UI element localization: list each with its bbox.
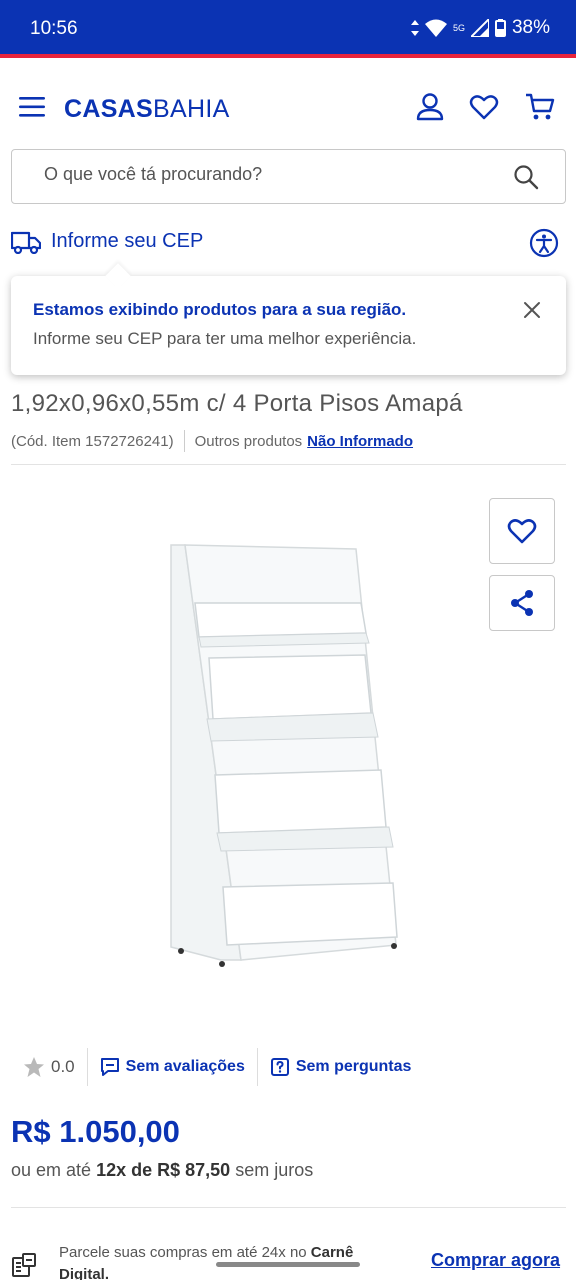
toast-message: Informe seu CEP para ter uma melhor expe… [33,329,417,348]
product-title: 1,92x0,96x0,55m c/ 4 Porta Pisos Amapá [11,390,463,417]
hamburger-menu-icon[interactable] [18,96,46,118]
rating-row: 0.0 Sem avaliações Sem perguntas [11,1048,423,1086]
search-input[interactable] [44,164,484,185]
installments-value: 12x de R$ 87,50 [96,1160,231,1180]
rating-score-cell: 0.0 [11,1048,87,1086]
share-icon [511,590,533,616]
product-image[interactable] [11,475,481,1035]
cep-row[interactable]: Informe seu CEP [0,220,576,266]
search-icon[interactable] [513,164,539,190]
cep-label[interactable]: Informe seu CEP [51,230,203,253]
question-icon [270,1058,289,1076]
reviews-link[interactable]: Sem avaliações [86,1048,257,1086]
reviews-label: Sem avaliações [125,1058,245,1075]
status-icons: 5G 38% [410,17,550,39]
region-toast: Estamos exibindo produtos para a sua reg… [11,276,566,375]
share-button[interactable] [489,575,555,631]
wifi-icon [424,19,447,37]
buy-now-link[interactable]: Comprar agora [431,1250,560,1271]
data-arrows-icon [410,20,419,36]
home-indicator[interactable] [216,1262,360,1267]
heart-icon[interactable] [469,92,499,122]
rating-score: 0.0 [51,1057,75,1076]
signal-icon [470,19,489,37]
questions-label: Sem perguntas [295,1058,412,1075]
carne-digital-icon [12,1253,36,1277]
carne-text-start: Parcele suas compras em até 24x no [59,1244,307,1261]
heart-icon [507,519,537,544]
toast-title: Estamos exibindo produtos para a sua reg… [33,300,407,319]
chat-icon [100,1058,119,1076]
truck-icon [11,231,41,254]
meta-divider [183,430,185,452]
installments-suffix: sem juros [235,1160,314,1180]
product-image-area [11,475,566,1035]
search-bar [11,149,566,204]
status-bar: 10:56 5G 38% [0,0,576,58]
product-code: (Cód. Item 1572726241) [11,432,174,450]
logo-bold: CASAS [64,95,154,123]
casas-bahia-logo[interactable]: CASASBAHIA [64,95,230,124]
app-header: CASASBAHIA [0,62,576,146]
questions-link[interactable]: Sem perguntas [256,1048,424,1086]
carne-digital-text: Parcele suas compras em até 24x no Carnê… [59,1242,399,1280]
logo-regular: BAHIA [153,95,230,123]
close-icon[interactable] [522,300,542,320]
star-icon [24,1057,44,1077]
others-label: Outros produtos [194,432,303,450]
network-type: 5G [452,23,465,33]
favorite-button[interactable] [489,498,555,564]
brand-link[interactable]: Não Informado [307,433,413,450]
accent-line [0,54,576,58]
product-meta: (Cód. Item 1572726241) Outros produtos N… [11,430,413,452]
accessibility-icon[interactable] [529,228,559,258]
cart-icon[interactable] [525,92,555,122]
status-time: 10:56 [30,18,78,39]
battery-icon [494,19,506,37]
user-icon[interactable] [415,92,445,122]
installments-info: ou em até 12x de R$ 87,50 sem juros [11,1160,313,1181]
installments-prefix: ou em até [11,1160,92,1180]
section-divider [11,464,566,465]
product-price: R$ 1.050,00 [11,1114,180,1149]
section-divider [11,1207,566,1208]
battery-level: 38% [511,17,550,38]
